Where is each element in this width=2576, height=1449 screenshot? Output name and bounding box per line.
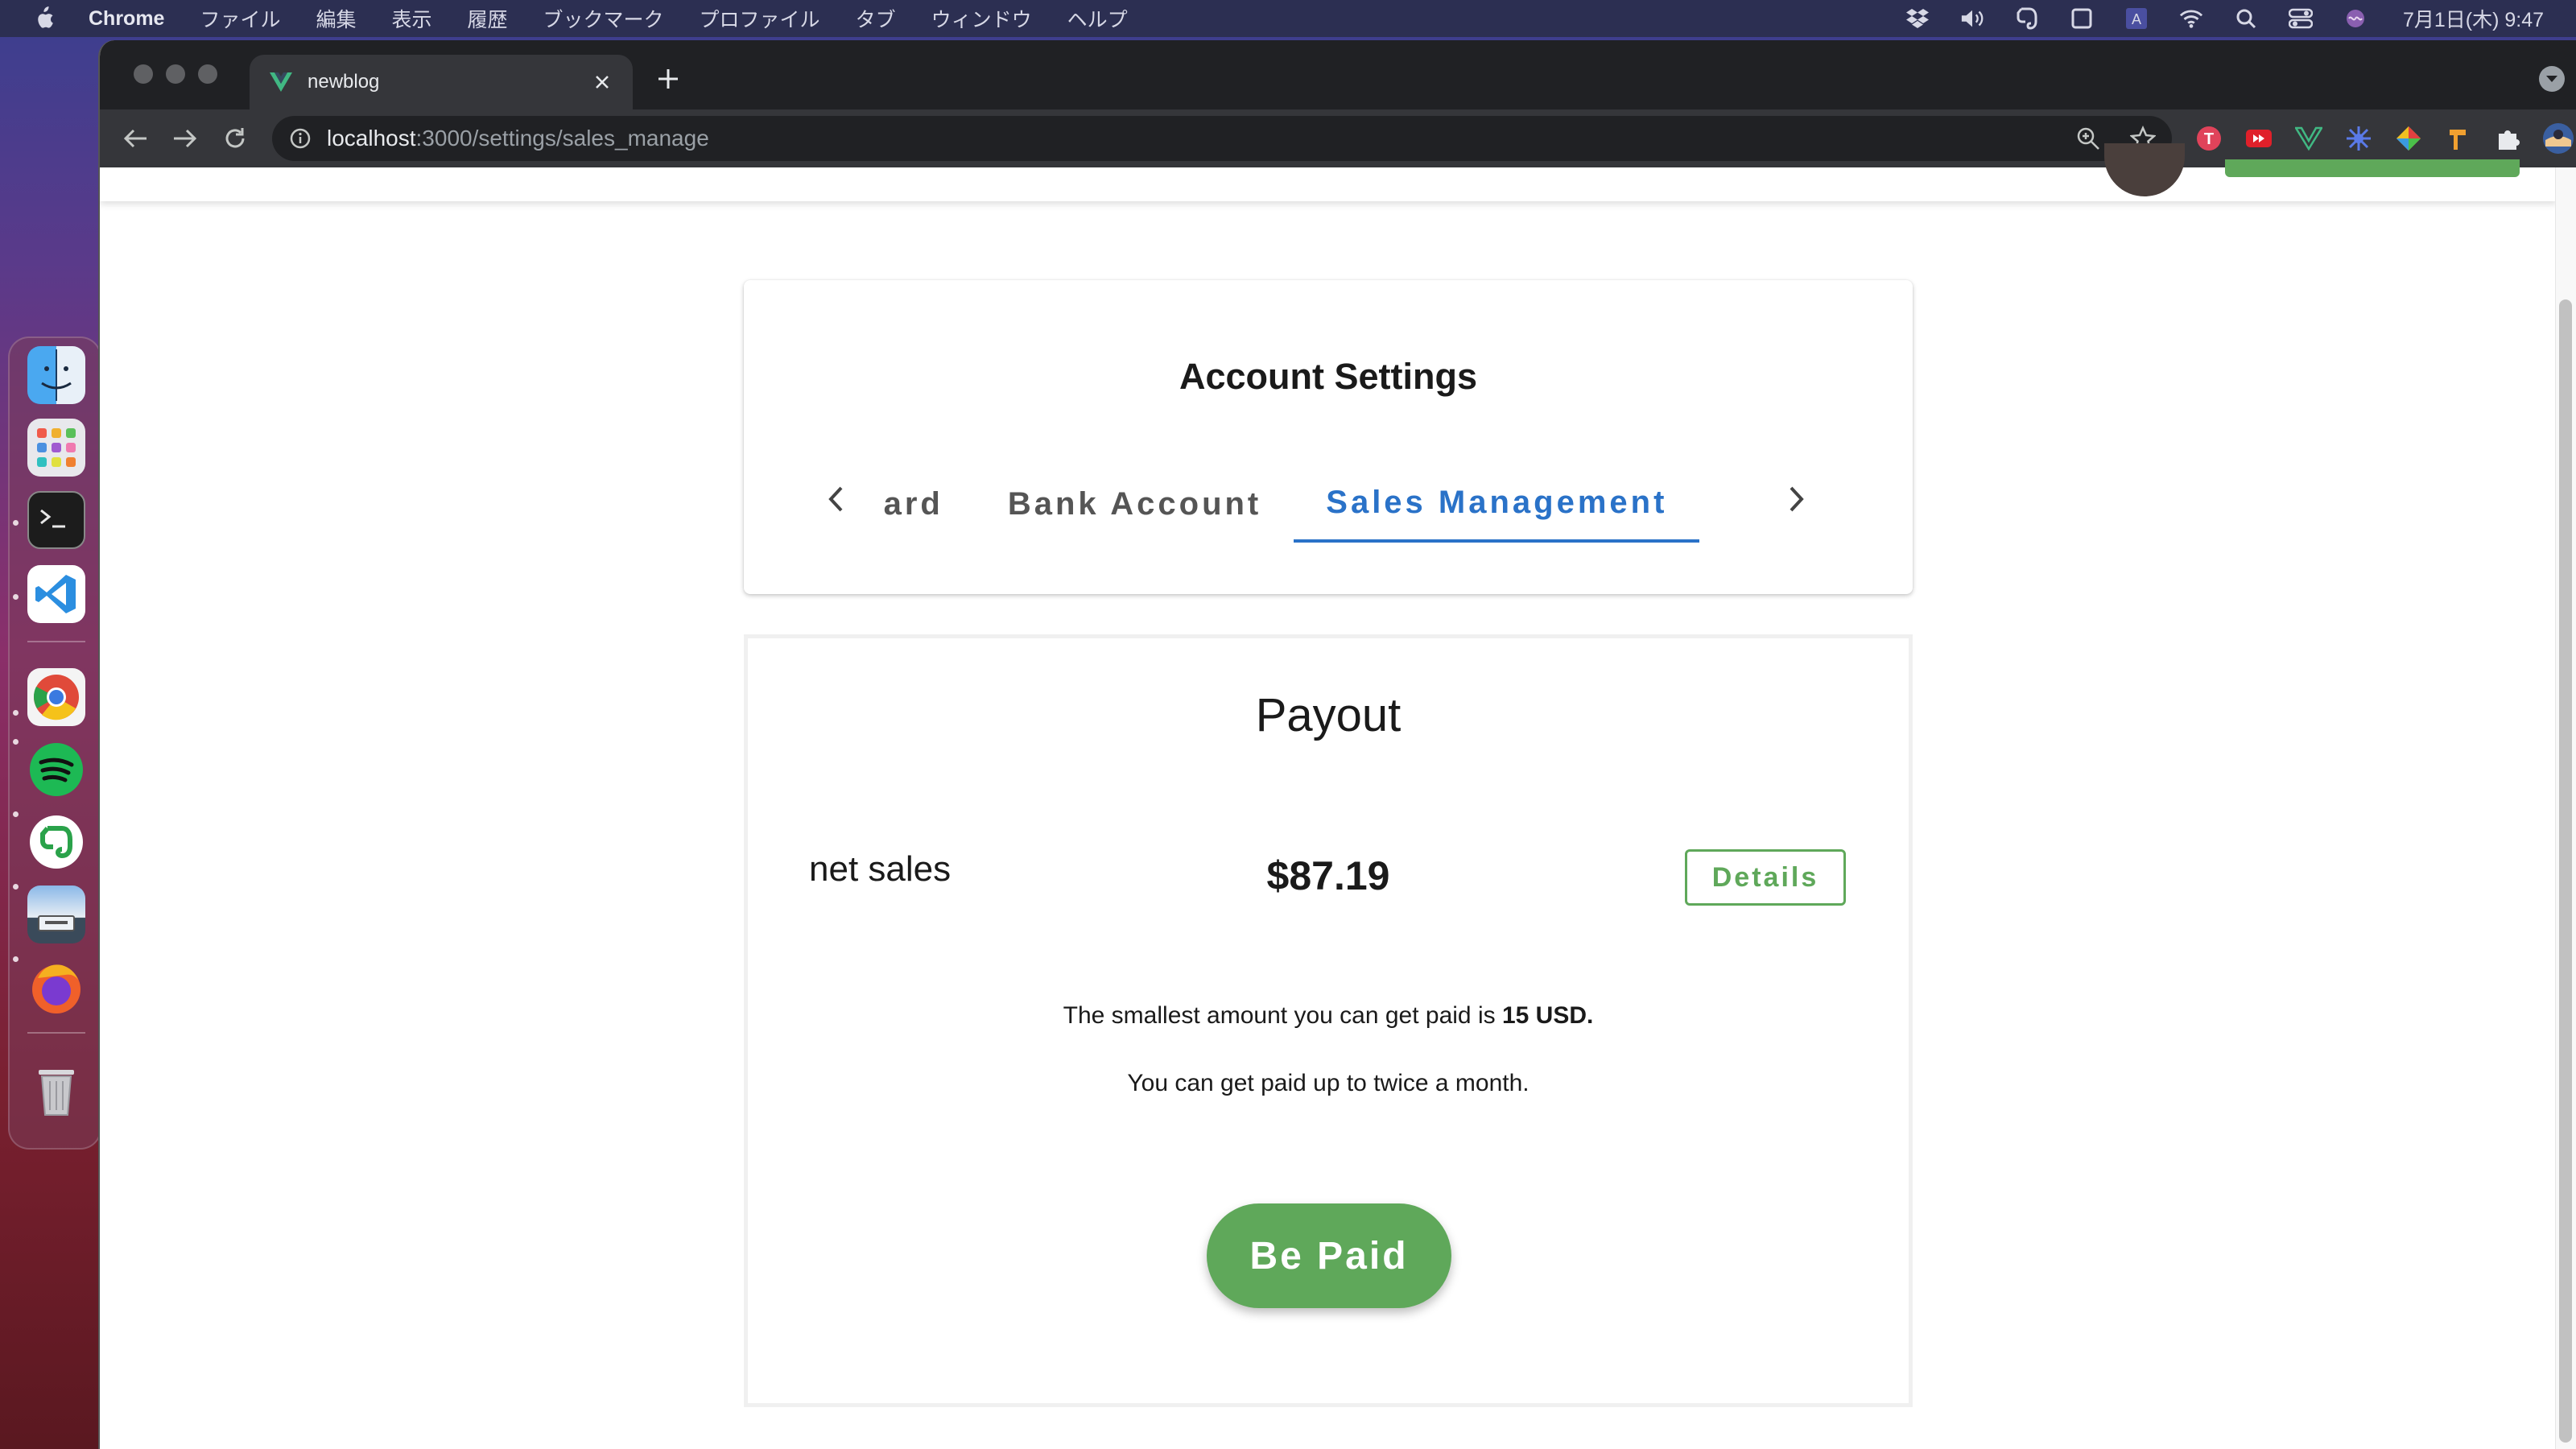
extension-burst-icon[interactable] xyxy=(2343,122,2375,155)
window-minimize-button[interactable] xyxy=(166,64,185,84)
vscode-icon[interactable] xyxy=(27,565,85,623)
page-scrollbar[interactable] xyxy=(2555,167,2576,1449)
macos-dock xyxy=(8,336,101,1150)
tab-sales-management[interactable]: Sales Management xyxy=(1294,465,1700,543)
reload-icon[interactable] xyxy=(219,122,251,155)
chrome-icon[interactable] xyxy=(27,668,85,726)
window-close-button[interactable] xyxy=(134,64,153,84)
forward-arrow-icon[interactable] xyxy=(169,122,201,155)
menu-bar-clock[interactable]: 7月1日(木) 9:47 xyxy=(2403,4,2544,33)
web-page: Account Settings Credit Card Bank Accoun… xyxy=(100,143,2576,1449)
macos-menu-bar: Chrome ファイル 編集 表示 履歴 ブックマーク プロファイル タブ ウィ… xyxy=(0,0,2576,37)
dock-running-indicator xyxy=(13,739,19,745)
svg-text:T: T xyxy=(2204,130,2214,148)
minimum-payout-notice: The smallest amount you can get paid is … xyxy=(748,1002,1909,1030)
menu-window[interactable]: ウィンドウ xyxy=(931,4,1032,33)
chrome-window: newblog localhost:3000/settings/sales_ma… xyxy=(98,40,2576,1449)
settings-tabs: Credit Card Bank Account Sales Managemen… xyxy=(884,465,1769,543)
vue-favicon-icon xyxy=(269,71,293,93)
window-zoom-button[interactable] xyxy=(198,64,217,84)
settings-tabs-rail: Credit Card Bank Account Sales Managemen… xyxy=(884,465,1700,543)
tab-bank-account[interactable]: Bank Account xyxy=(976,465,1294,543)
extension-vue-devtools-icon[interactable] xyxy=(2293,122,2325,155)
browser-tab-title: newblog xyxy=(308,71,380,93)
wifi-icon[interactable] xyxy=(2179,7,2203,30)
browser-tab[interactable]: newblog xyxy=(250,55,633,109)
launchpad-icon[interactable] xyxy=(27,419,85,477)
evernote-icon[interactable] xyxy=(2015,7,2039,30)
extensions-area: T xyxy=(2193,122,2576,155)
menu-help[interactable]: ヘルプ xyxy=(1067,4,1128,33)
chrome-tab-strip: newblog xyxy=(100,40,2576,109)
menu-tab[interactable]: タブ xyxy=(856,4,896,33)
extension-hammer-icon[interactable] xyxy=(2442,122,2475,155)
tabs-prev-chevron-left-icon[interactable] xyxy=(819,483,852,515)
chrome-toolbar: localhost:3000/settings/sales_manage T xyxy=(100,109,2576,167)
be-paid-button[interactable]: Be Paid xyxy=(1207,1203,1451,1308)
window-icon[interactable] xyxy=(2070,7,2094,30)
apple-menu-icon[interactable] xyxy=(32,6,55,31)
menu-bar-status-area: A 7月1日(木) 9:47 xyxy=(1905,0,2544,37)
menu-app-name[interactable]: Chrome xyxy=(89,7,164,31)
payout-card: Payout net sales $87.19 Details The smal… xyxy=(744,634,1913,1407)
address-bar[interactable]: localhost:3000/settings/sales_manage xyxy=(272,116,2172,161)
spotify-icon[interactable] xyxy=(27,741,85,799)
payout-frequency-notice: You can get paid up to twice a month. xyxy=(1127,1070,1530,1096)
spotlight-icon[interactable] xyxy=(2234,7,2258,30)
scrollbar-thumb[interactable] xyxy=(2559,299,2572,1443)
dock-running-indicator xyxy=(13,884,19,890)
volume-icon[interactable] xyxy=(1960,7,1984,30)
tabs-next-chevron-right-icon[interactable] xyxy=(1781,483,1813,515)
dock-running-indicator xyxy=(13,811,19,817)
menu-view[interactable]: 表示 xyxy=(392,4,432,33)
trash-icon[interactable] xyxy=(27,1061,85,1119)
account-settings-title: Account Settings xyxy=(1179,356,1478,397)
dock-running-indicator xyxy=(13,520,19,526)
minimum-payout-text: The smallest amount you can get paid is xyxy=(1063,1002,1502,1029)
extensions-puzzle-icon[interactable] xyxy=(2492,122,2524,155)
site-info-icon[interactable] xyxy=(290,128,311,149)
control-center-icon[interactable] xyxy=(2288,7,2313,30)
user-avatar[interactable] xyxy=(2104,143,2185,196)
details-button[interactable]: Details xyxy=(1685,849,1846,906)
profile-avatar[interactable] xyxy=(2542,122,2574,155)
finder-icon[interactable] xyxy=(27,346,85,404)
evernote-dock-icon[interactable] xyxy=(27,813,85,871)
menu-history[interactable]: 履歴 xyxy=(468,4,508,33)
dock-separator xyxy=(27,641,85,642)
menu-edit[interactable]: 編集 xyxy=(316,4,356,33)
terminal-icon[interactable] xyxy=(27,491,85,549)
url-host: localhost xyxy=(327,126,416,151)
menu-file[interactable]: ファイル xyxy=(200,4,280,33)
account-settings-card: Account Settings Credit Card Bank Accoun… xyxy=(744,280,1913,594)
site-header xyxy=(100,143,2557,201)
url-path: :3000/settings/sales_manage xyxy=(415,126,709,151)
dock-running-indicator xyxy=(13,956,19,962)
minimum-payout-amount: 15 USD. xyxy=(1501,1002,1594,1029)
dock-running-indicator xyxy=(13,594,19,600)
dock-separator xyxy=(27,1032,85,1034)
tab-search-chevron-down-icon[interactable] xyxy=(2539,66,2565,92)
menu-profiles[interactable]: プロファイル xyxy=(700,4,820,33)
firefox-icon[interactable] xyxy=(27,958,85,1016)
siri-icon[interactable] xyxy=(2343,7,2368,30)
dropbox-icon[interactable] xyxy=(1905,7,1930,30)
tab-close-icon[interactable] xyxy=(588,68,617,97)
address-bar-url[interactable]: localhost:3000/settings/sales_manage xyxy=(327,126,709,151)
tab-credit-card[interactable]: Credit Card xyxy=(884,465,976,543)
payout-title: Payout xyxy=(1255,689,1402,741)
input-source-icon[interactable]: A xyxy=(2124,7,2149,30)
zoom-magnifier-icon[interactable] xyxy=(2075,126,2101,155)
new-tab-plus-icon[interactable] xyxy=(652,64,684,97)
extension-t-icon[interactable]: T xyxy=(2193,122,2225,155)
svg-text:A: A xyxy=(2132,11,2141,27)
back-arrow-icon[interactable] xyxy=(119,122,151,155)
dock-running-indicator xyxy=(13,710,19,716)
extension-video-icon[interactable] xyxy=(2243,122,2275,155)
header-action-button[interactable] xyxy=(2225,159,2520,177)
preview-icon[interactable] xyxy=(27,886,85,943)
extension-color-picker-icon[interactable] xyxy=(2392,122,2425,155)
menu-bookmarks[interactable]: ブックマーク xyxy=(543,4,664,33)
